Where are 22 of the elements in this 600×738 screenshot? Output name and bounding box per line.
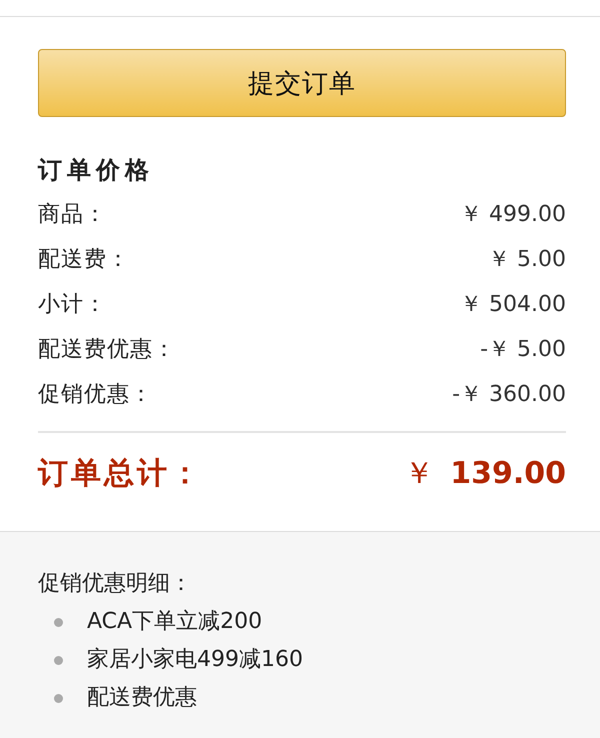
bullet-icon — [54, 694, 63, 702]
price-label: 商品： — [38, 200, 107, 228]
currency-symbol: ￥ — [404, 455, 434, 493]
price-value: ￥ 504.00 — [460, 290, 566, 318]
price-value: ￥ 499.00 — [460, 200, 566, 228]
bullet-icon — [54, 656, 63, 664]
order-price-heading: 订单价格 — [38, 155, 154, 185]
price-value: -￥ 360.00 — [452, 380, 566, 408]
promotion-item: 家居小家电499减160 — [87, 646, 303, 674]
price-label: 配送费优惠： — [38, 336, 176, 364]
bullet-icon — [54, 618, 63, 626]
price-value: -￥ 5.00 — [480, 336, 566, 364]
order-total-amount: 139.00 — [450, 455, 566, 493]
price-label: 小计： — [38, 290, 107, 318]
order-total-label: 订单总计： — [38, 455, 203, 493]
price-label: 配送费： — [38, 246, 130, 274]
promotion-item: 配送费优惠 — [87, 684, 197, 712]
price-label: 促销优惠： — [38, 380, 153, 408]
submit-order-button[interactable]: 提交订单 — [38, 49, 566, 117]
price-value: ￥ 5.00 — [488, 246, 566, 274]
promotion-item: ACA下单立减200 — [87, 608, 262, 636]
promotion-details-title: 促销优惠明细： — [38, 570, 192, 598]
